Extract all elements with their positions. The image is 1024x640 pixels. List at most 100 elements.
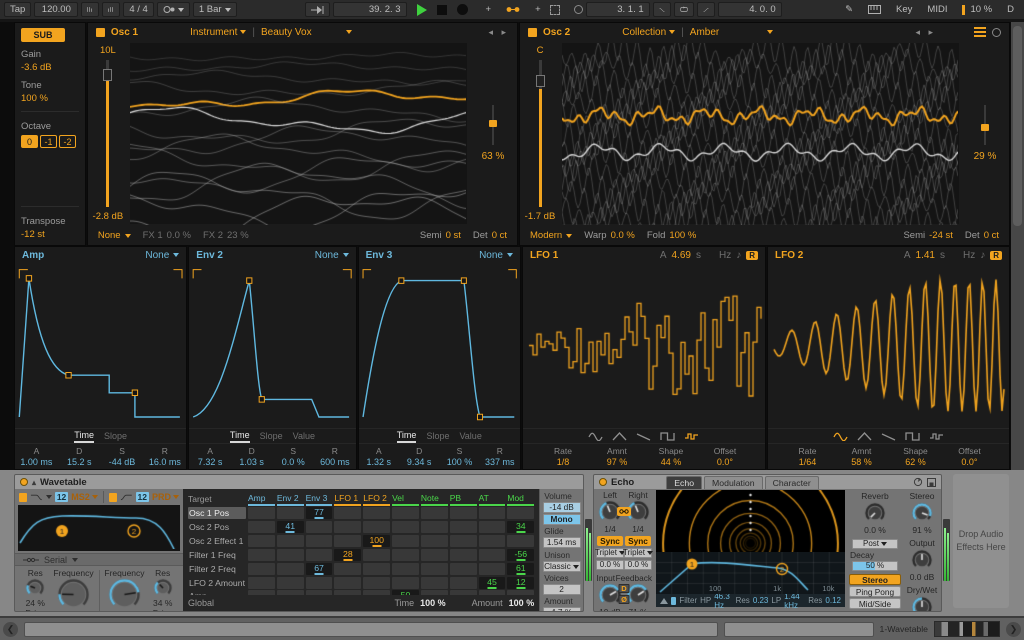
filter2-enable-checkbox[interactable] bbox=[108, 492, 117, 502]
midside-mode-button[interactable]: Mid/Side bbox=[849, 598, 901, 609]
osc1-gain-slider[interactable] bbox=[103, 60, 113, 207]
random-wave-icon[interactable] bbox=[929, 432, 944, 441]
drop-audio-effects-zone[interactable]: Drop Audio Effects Here bbox=[953, 474, 1009, 608]
env3-decay-value[interactable]: 9.34 s bbox=[399, 457, 439, 467]
osc1-gain-value[interactable]: -2.8 dB bbox=[93, 211, 124, 222]
matrix-cell[interactable] bbox=[507, 534, 535, 547]
lfo1-waveform-display[interactable] bbox=[522, 263, 765, 428]
matrix-row-target[interactable]: Osc 2 Effect 1 bbox=[188, 536, 246, 546]
osc1-position-value[interactable]: 10L bbox=[100, 45, 116, 56]
matrix-column-header[interactable]: Env 3 bbox=[305, 493, 333, 506]
echo-right-time-value[interactable]: 1/4 bbox=[632, 524, 644, 534]
filter1-slope-chip[interactable]: 12 bbox=[54, 492, 69, 502]
matrix-cell[interactable] bbox=[478, 562, 506, 575]
tab-character[interactable]: Character bbox=[764, 475, 819, 489]
matrix-cell[interactable] bbox=[248, 562, 275, 575]
lfo1-hz-toggle[interactable]: Hz bbox=[719, 250, 731, 261]
env3-tab-slope[interactable]: Slope bbox=[426, 431, 449, 441]
matrix-cell[interactable] bbox=[478, 548, 506, 561]
env2-tab-time[interactable]: Time bbox=[229, 430, 250, 443]
matrix-cell[interactable] bbox=[276, 548, 304, 561]
lfo1-retrigger-button[interactable]: R bbox=[746, 250, 758, 260]
matrix-cell[interactable]: 100 bbox=[363, 534, 391, 547]
sub-toggle-button[interactable]: SUB bbox=[21, 28, 65, 42]
square-wave-icon[interactable] bbox=[905, 431, 920, 441]
record-button[interactable] bbox=[456, 4, 468, 15]
matrix-row-target[interactable]: Osc 1 Pos bbox=[188, 506, 246, 519]
matrix-cell[interactable] bbox=[507, 506, 535, 519]
disk-overload-indicator[interactable]: D bbox=[1001, 2, 1020, 17]
echo-tunnel-display[interactable] bbox=[656, 490, 845, 552]
sub-tone-value[interactable]: 100 % bbox=[21, 93, 79, 104]
osc1-detune[interactable]: Det 0 ct bbox=[473, 230, 507, 241]
osc2-effect-slider[interactable] bbox=[981, 105, 989, 145]
matrix-cell[interactable] bbox=[449, 548, 477, 561]
time-signature-field[interactable]: 4 / 4 bbox=[123, 2, 154, 17]
filter-hp-value[interactable]: 46.3 Hz bbox=[714, 592, 732, 610]
matrix-cell[interactable]: 41 bbox=[276, 520, 304, 533]
follow-button[interactable] bbox=[304, 2, 330, 17]
automation-arm-button[interactable] bbox=[500, 2, 526, 17]
matrix-cell[interactable] bbox=[305, 590, 333, 595]
amp-env-tab-time[interactable]: Time bbox=[74, 430, 94, 443]
lfo1-amount-value[interactable]: 97 % bbox=[590, 457, 644, 467]
matrix-cell[interactable]: 34 bbox=[507, 520, 535, 533]
arrangement-position-field[interactable]: 39. 2. 3 bbox=[332, 2, 407, 17]
filter1-res-knob[interactable] bbox=[25, 578, 46, 598]
osc1-wavetable-display[interactable] bbox=[129, 43, 467, 225]
tab-modulation[interactable]: Modulation bbox=[704, 475, 763, 489]
env3-tab-value[interactable]: Value bbox=[459, 431, 481, 441]
matrix-cell[interactable] bbox=[363, 506, 391, 519]
pingpong-mode-button[interactable]: Ping Pong bbox=[849, 586, 901, 597]
octave-minus1-button[interactable]: -1 bbox=[40, 135, 57, 148]
hotswap-icon[interactable] bbox=[913, 477, 923, 487]
filter-res2-value[interactable]: 0.12 bbox=[825, 596, 841, 605]
env2-display[interactable] bbox=[189, 263, 355, 428]
osc2-fold[interactable]: Fold 100 % bbox=[647, 230, 696, 241]
env3-tab-time[interactable]: Time bbox=[396, 430, 417, 443]
matrix-cell[interactable] bbox=[449, 562, 477, 575]
filter2-freq-knob[interactable] bbox=[107, 578, 141, 611]
matrix-cell[interactable]: 12 bbox=[507, 576, 535, 589]
osc2-wavetable-display[interactable] bbox=[562, 43, 959, 225]
osc2-keytrack-value[interactable]: C bbox=[537, 45, 544, 56]
lfo2-retrigger-button[interactable]: R bbox=[990, 250, 1002, 260]
matrix-row-target[interactable]: LFO 2 Amount bbox=[188, 578, 246, 588]
matrix-column-header[interactable]: LFO 1 bbox=[334, 493, 362, 506]
matrix-cell[interactable] bbox=[392, 534, 419, 547]
tab-echo[interactable]: Echo bbox=[666, 475, 703, 489]
matrix-cell[interactable] bbox=[363, 548, 391, 561]
device-title[interactable]: Wavetable bbox=[40, 477, 87, 488]
matrix-cell[interactable] bbox=[478, 534, 506, 547]
left-sync-mode-menu[interactable]: Triplet bbox=[595, 548, 625, 558]
tempo-field[interactable]: 120.00 bbox=[34, 2, 79, 17]
matrix-column-header[interactable]: Env 2 bbox=[276, 493, 304, 506]
matrix-cell[interactable] bbox=[449, 506, 477, 519]
reenable-automation-button[interactable]: + bbox=[529, 2, 547, 17]
osc1-effect-mode-menu[interactable]: None bbox=[98, 230, 131, 241]
output-knob[interactable] bbox=[911, 549, 933, 571]
matrix-cell[interactable]: 61 bbox=[507, 562, 535, 575]
quantize-menu[interactable]: 1 Bar bbox=[192, 2, 237, 17]
matrix-cell[interactable] bbox=[334, 576, 362, 589]
octave-minus2-button[interactable]: -2 bbox=[59, 135, 76, 148]
osc2-prev-next-arrows[interactable]: ◂ ▸ bbox=[915, 27, 936, 38]
left-sync-button[interactable]: Sync bbox=[597, 536, 623, 546]
osc2-gain-slider[interactable] bbox=[535, 60, 545, 207]
filter2-res-knob[interactable] bbox=[152, 578, 173, 598]
echo-input-value[interactable]: 10 dB bbox=[599, 607, 621, 611]
midi-map-button[interactable]: MIDI bbox=[921, 2, 953, 17]
matrix-cell[interactable] bbox=[449, 576, 477, 589]
lfo2-offset-value[interactable]: 0.0° bbox=[942, 457, 996, 467]
matrix-cell[interactable] bbox=[276, 506, 304, 519]
osc2-gain-value[interactable]: -1.7 dB bbox=[525, 211, 556, 222]
unison-mode-menu[interactable]: Classic bbox=[542, 561, 581, 572]
env2-sustain-value[interactable]: 0.0 % bbox=[272, 457, 314, 467]
random-wave-icon[interactable] bbox=[684, 432, 699, 441]
octave-0-button[interactable]: 0 bbox=[21, 135, 38, 148]
device-scrollbar[interactable] bbox=[1011, 22, 1024, 470]
osc2-semi[interactable]: Semi -24 st bbox=[903, 230, 952, 241]
lfo2-attack-value[interactable]: 1.41 bbox=[916, 250, 935, 261]
stereo-width-knob[interactable] bbox=[911, 502, 933, 524]
device-fold-icon[interactable]: ▴ bbox=[32, 478, 36, 487]
